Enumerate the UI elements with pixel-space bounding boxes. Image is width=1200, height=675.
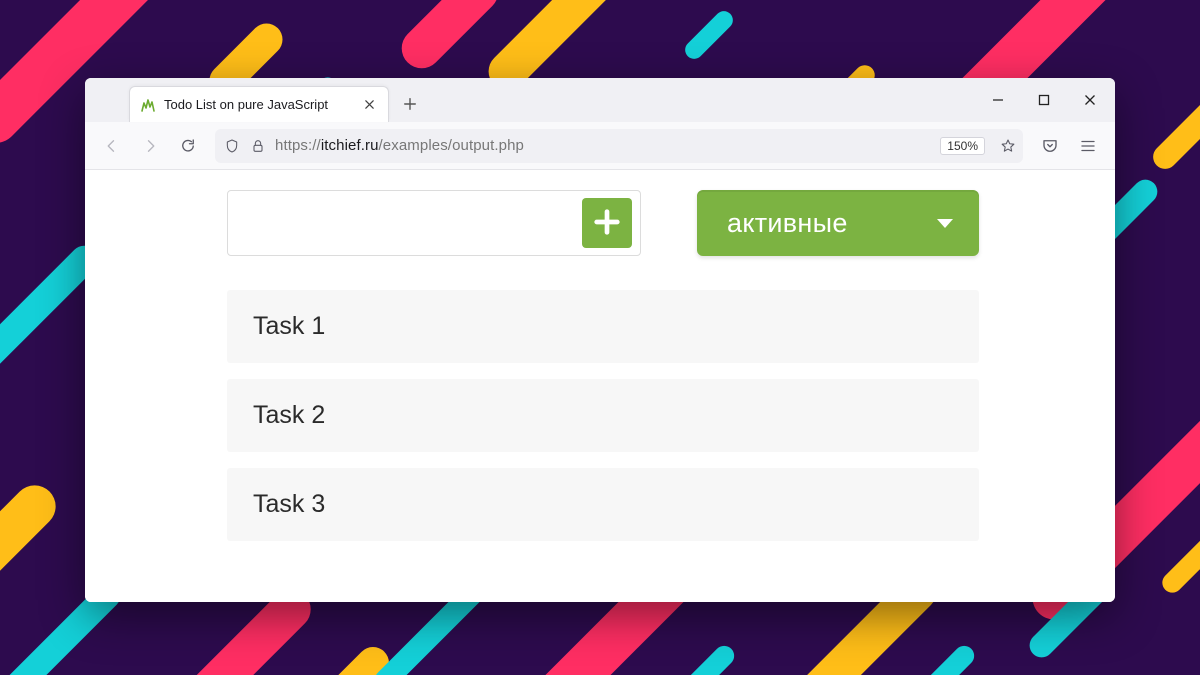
new-task-group bbox=[227, 190, 641, 256]
window-maximize-button[interactable] bbox=[1021, 78, 1067, 122]
task-item[interactable]: Task 1 bbox=[227, 290, 979, 363]
nav-reload-button[interactable] bbox=[171, 129, 205, 163]
save-to-pocket-button[interactable] bbox=[1033, 129, 1067, 163]
address-bar[interactable]: https://itchief.ru/examples/output.php 1… bbox=[215, 129, 1023, 163]
chevron-down-icon bbox=[937, 219, 953, 228]
task-title: Task 2 bbox=[253, 401, 325, 429]
zoom-badge[interactable]: 150% bbox=[940, 137, 985, 155]
page-viewport: активные Task 1 Task 2 Task 3 bbox=[85, 170, 1115, 602]
window-controls bbox=[975, 78, 1113, 122]
browser-tab[interactable]: Todo List on pure JavaScript bbox=[129, 86, 389, 122]
nav-back-button[interactable] bbox=[95, 129, 129, 163]
window-close-button[interactable] bbox=[1067, 78, 1113, 122]
task-title: Task 3 bbox=[253, 490, 325, 518]
url-text: https://itchief.ru/examples/output.php bbox=[275, 137, 524, 154]
new-tab-button[interactable] bbox=[395, 89, 425, 119]
task-item[interactable]: Task 2 bbox=[227, 379, 979, 452]
bookmark-star-icon[interactable] bbox=[999, 137, 1017, 155]
new-task-input[interactable] bbox=[228, 191, 582, 255]
url-scheme: https:// bbox=[275, 137, 321, 154]
tab-strip: Todo List on pure JavaScript bbox=[85, 78, 1115, 122]
url-domain: itchief.ru bbox=[321, 137, 379, 154]
tracking-shield-icon[interactable] bbox=[223, 137, 241, 155]
filter-label: активные bbox=[727, 208, 848, 239]
filter-dropdown[interactable]: активные bbox=[697, 190, 979, 256]
browser-window: Todo List on pure JavaScript bbox=[85, 78, 1115, 602]
app-menu-button[interactable] bbox=[1071, 129, 1105, 163]
task-title: Task 1 bbox=[253, 312, 325, 340]
task-item[interactable]: Task 3 bbox=[227, 468, 979, 541]
plus-icon bbox=[592, 207, 622, 240]
controls-row: активные bbox=[227, 190, 979, 256]
browser-toolbar: https://itchief.ru/examples/output.php 1… bbox=[85, 122, 1115, 170]
todo-app: активные Task 1 Task 2 Task 3 bbox=[227, 190, 979, 541]
window-minimize-button[interactable] bbox=[975, 78, 1021, 122]
task-list: Task 1 Task 2 Task 3 bbox=[227, 290, 979, 541]
tab-close-button[interactable] bbox=[360, 96, 378, 114]
add-task-button[interactable] bbox=[582, 198, 632, 248]
tab-title: Todo List on pure JavaScript bbox=[164, 97, 352, 112]
favicon-icon bbox=[140, 97, 156, 113]
url-path: /examples/output.php bbox=[379, 137, 524, 154]
lock-icon[interactable] bbox=[249, 137, 267, 155]
nav-forward-button[interactable] bbox=[133, 129, 167, 163]
